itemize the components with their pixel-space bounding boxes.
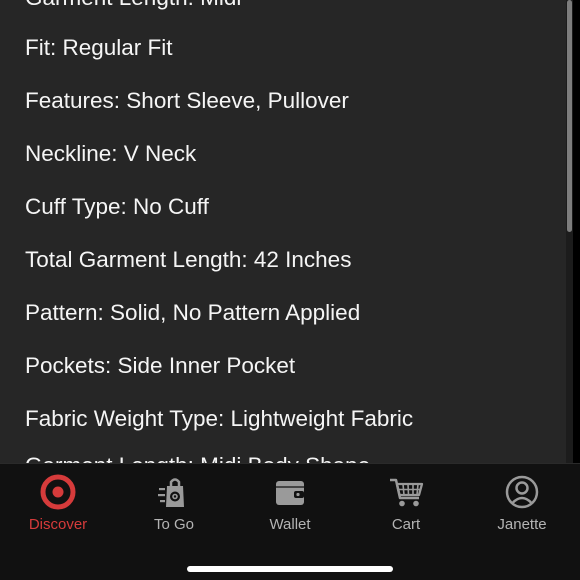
spec-garment-length: Garment Length: Midi bbox=[25, 0, 241, 12]
tab-to-go[interactable]: To Go bbox=[116, 474, 232, 536]
product-details-screen: Garment Length: Midi Fit: Regular Fit Fe… bbox=[0, 0, 580, 580]
user-icon bbox=[505, 475, 539, 509]
spec-partial-line: Garment Length: Midi Body Shape bbox=[25, 452, 370, 463]
tab-label-wallet: Wallet bbox=[269, 516, 311, 533]
tab-label-cart: Cart bbox=[391, 516, 421, 533]
spec-features: Features: Short Sleeve, Pullover bbox=[25, 88, 349, 113]
spec-total-garment-length: Total Garment Length: 42 Inches bbox=[25, 247, 352, 272]
home-indicator[interactable] bbox=[187, 566, 393, 572]
bottom-tab-bar: Discover To Go Wallet Cart Janette bbox=[0, 463, 580, 580]
spec-fabric-weight-type: Fabric Weight Type: Lightweight Fabric bbox=[25, 406, 414, 431]
product-details-scroll-area[interactable]: Garment Length: Midi Fit: Regular Fit Fe… bbox=[0, 0, 573, 463]
spec-fit: Fit: Regular Fit bbox=[25, 35, 173, 60]
tab-cart[interactable]: Cart bbox=[348, 474, 464, 536]
tab-wallet[interactable]: Wallet bbox=[232, 474, 348, 536]
target-bullseye-icon bbox=[40, 474, 76, 510]
tab-label-discover: Discover bbox=[28, 516, 88, 533]
scroll-thumb[interactable] bbox=[567, 0, 572, 232]
tab-label-janette: Janette bbox=[497, 516, 547, 533]
tab-label-to-go: To Go bbox=[153, 516, 195, 533]
vertical-scrollbar[interactable] bbox=[566, 0, 573, 463]
tab-discover[interactable]: Discover bbox=[0, 474, 116, 536]
wallet-icon bbox=[276, 481, 304, 505]
spec-pockets: Pockets: Side Inner Pocket bbox=[25, 353, 296, 378]
spec-cuff-type: Cuff Type: No Cuff bbox=[25, 194, 209, 219]
shopping-bag-icon bbox=[158, 478, 184, 507]
spec-neckline: Neckline: V Neck bbox=[25, 141, 197, 166]
spec-pattern: Pattern: Solid, No Pattern Applied bbox=[25, 300, 361, 325]
tab-janette[interactable]: Janette bbox=[464, 474, 580, 536]
cart-icon bbox=[390, 478, 424, 507]
